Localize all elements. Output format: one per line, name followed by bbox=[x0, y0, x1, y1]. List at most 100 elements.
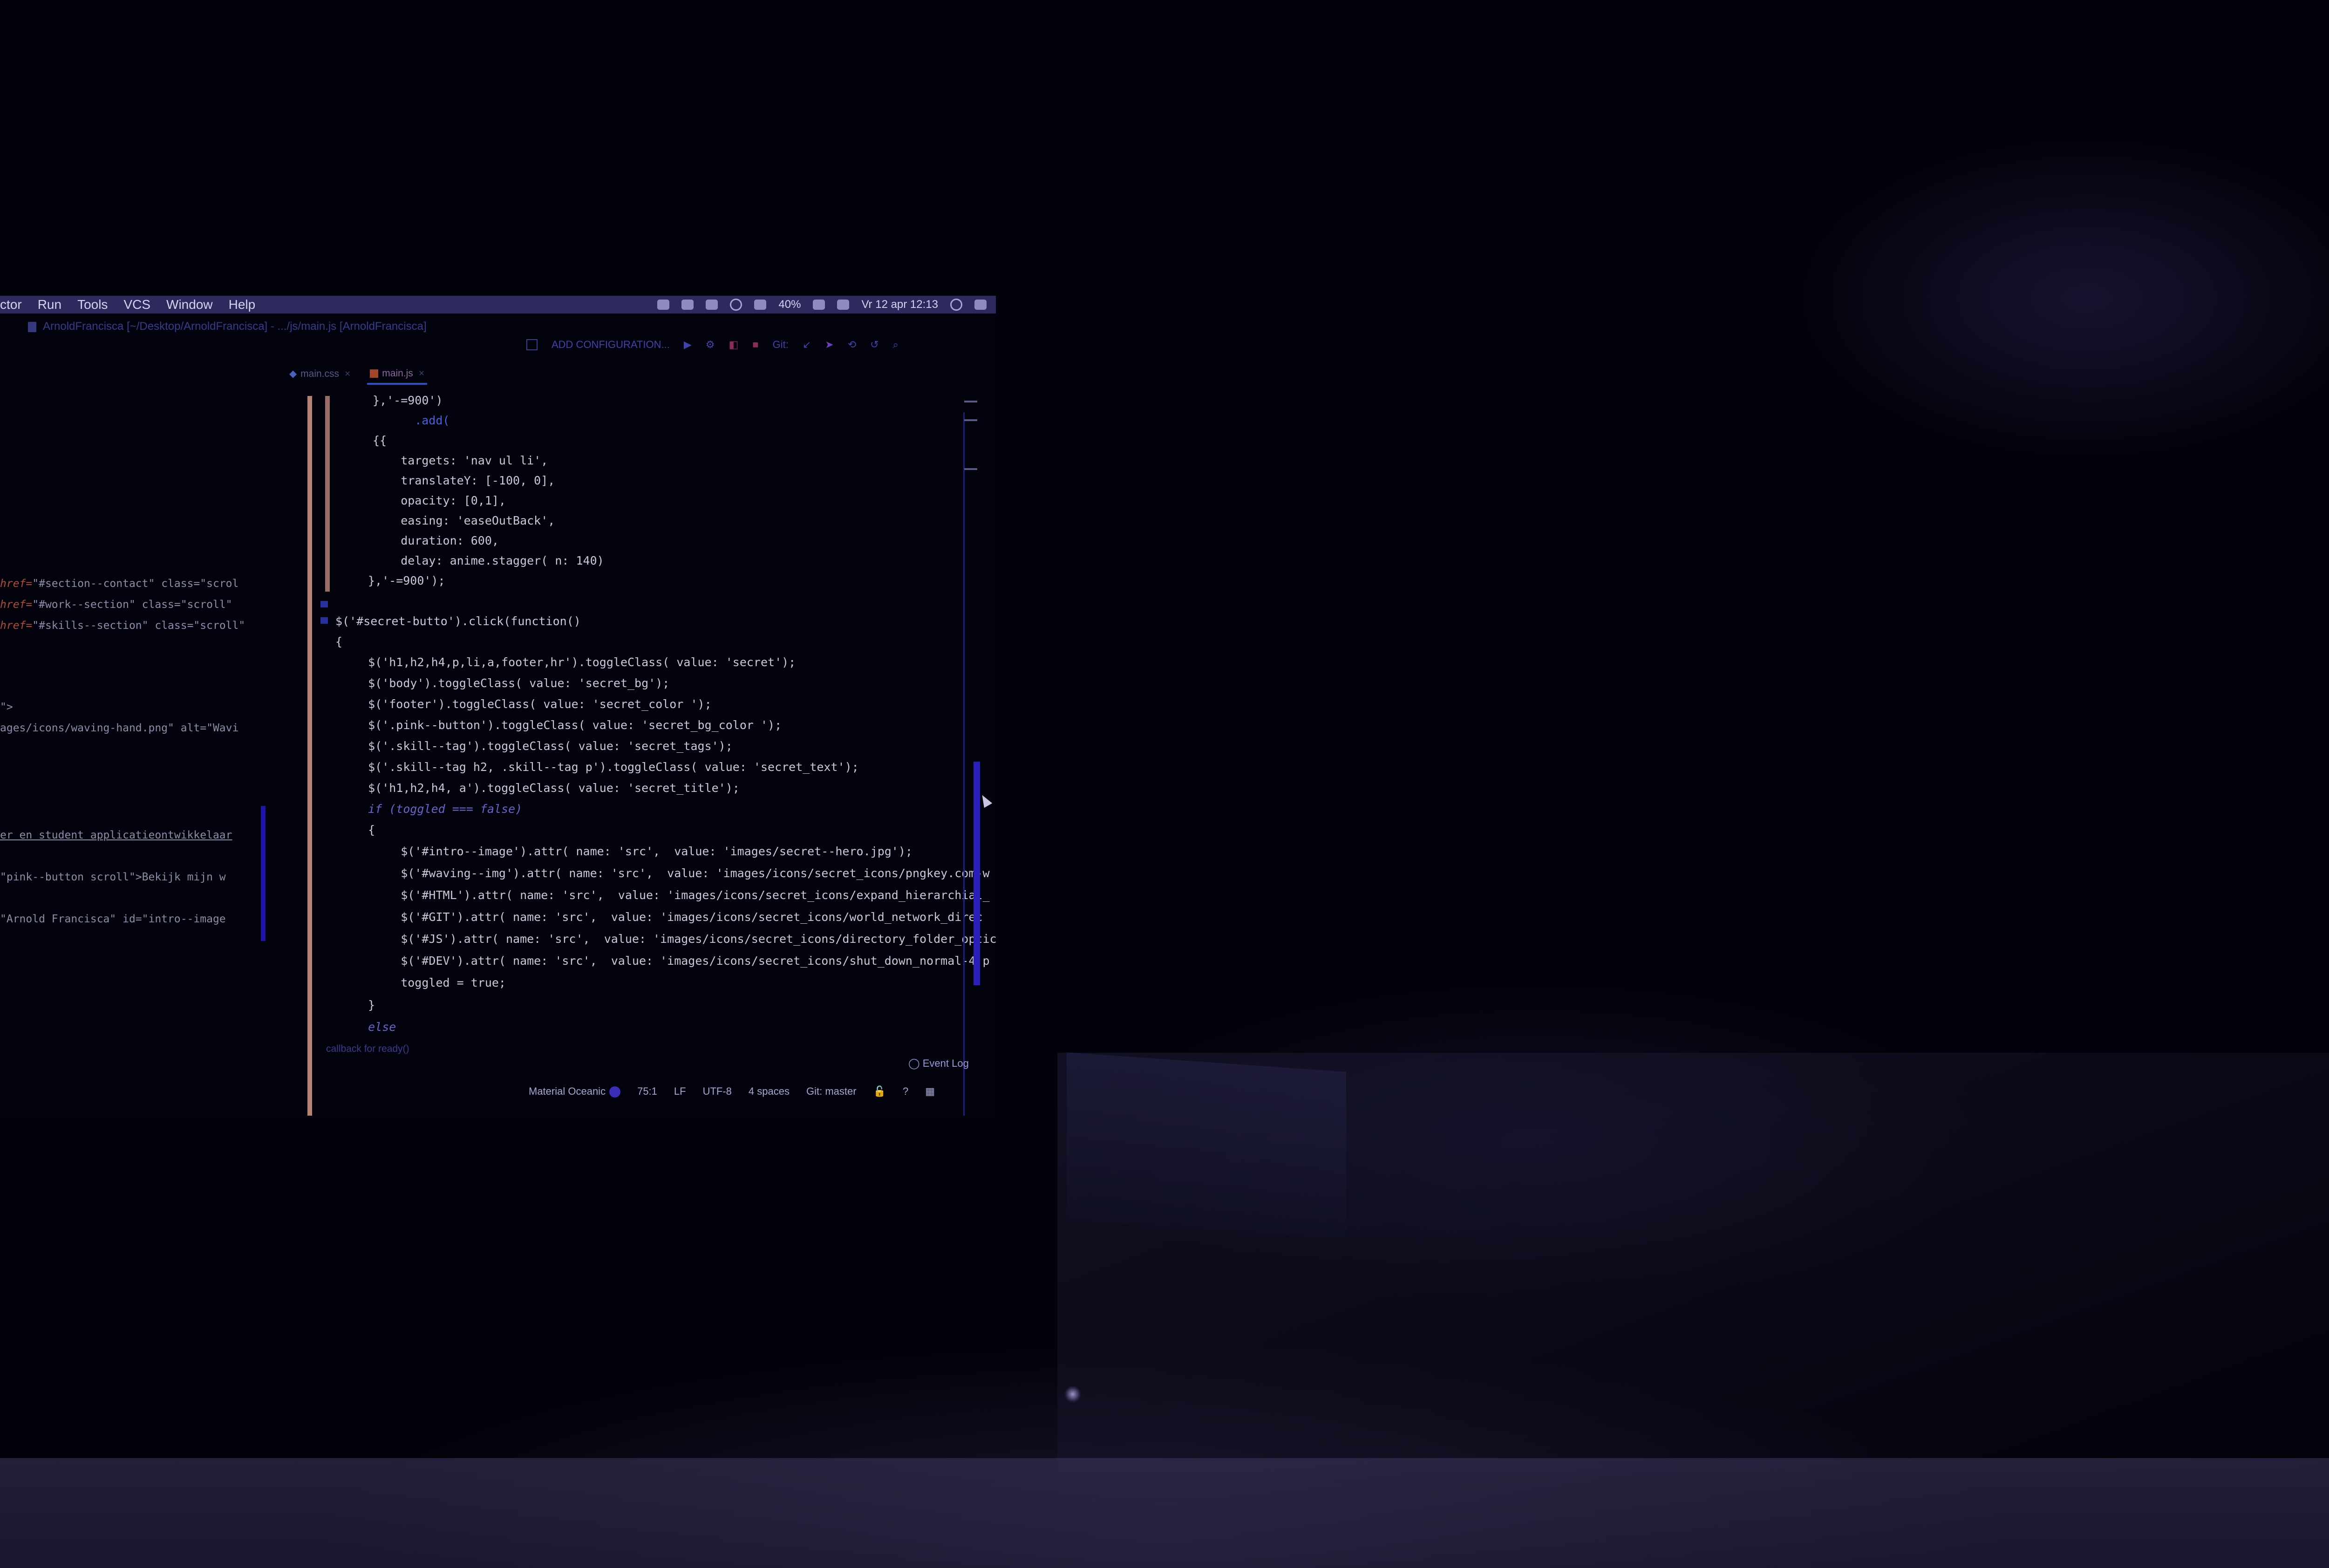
menu-item-tools[interactable]: Tools bbox=[77, 297, 108, 312]
code-text: duration: 600, bbox=[373, 534, 499, 547]
clock[interactable]: Vr 12 apr 12:13 bbox=[861, 298, 938, 311]
code-line[interactable]: translateY: [-100, 0], bbox=[373, 474, 555, 487]
code-line[interactable]: $('#JS').attr( name: 'src', value: 'imag… bbox=[373, 932, 996, 946]
tab-main-css[interactable]: ◆ main.css × bbox=[286, 368, 353, 385]
code-line[interactable]: href="#skills--section" class="scroll" bbox=[0, 620, 245, 632]
code-line[interactable]: $('.skill--tag').toggleClass( value: 'se… bbox=[354, 739, 733, 753]
git-push-icon[interactable]: ➤ bbox=[825, 339, 833, 351]
breadcrumb-hint[interactable]: callback for ready() bbox=[326, 1043, 409, 1055]
menu-item-navigator[interactable]: ctor bbox=[0, 297, 22, 312]
window-title-text: ArnoldFrancisca [~/Desktop/ArnoldFrancis… bbox=[43, 320, 427, 333]
code-line[interactable]: else bbox=[354, 1020, 396, 1034]
git-update-icon[interactable]: ↙ bbox=[803, 339, 811, 351]
revert-icon[interactable]: ↺ bbox=[870, 339, 878, 351]
coverage-icon[interactable]: ◧ bbox=[729, 339, 738, 351]
volume-icon[interactable] bbox=[754, 300, 767, 310]
html-editor-pane[interactable]: href="#section--contact" class="scrol hr… bbox=[0, 401, 270, 1099]
code-line[interactable]: {{ bbox=[373, 434, 387, 447]
cloud-icon[interactable] bbox=[657, 300, 670, 310]
code-line[interactable]: href="#work--section" class="scroll" bbox=[0, 599, 232, 611]
code-line[interactable]: "Arnold Francisca" id="intro--image bbox=[0, 913, 226, 925]
code-line[interactable]: } bbox=[354, 998, 375, 1012]
desk-surface bbox=[0, 1458, 2329, 1568]
code-text: "pink--button scroll">Bekijk mijn w bbox=[0, 871, 226, 883]
code-line[interactable]: "pink--button scroll">Bekijk mijn w bbox=[0, 871, 226, 883]
code-line[interactable]: { bbox=[354, 823, 375, 837]
code-line[interactable]: $('h1,h2,h4, a').toggleClass( value: 'se… bbox=[354, 781, 740, 795]
code-line[interactable]: $('#HTML').attr( name: 'src', value: 'im… bbox=[373, 888, 990, 902]
change-marker bbox=[261, 806, 266, 941]
scroll-marker bbox=[964, 468, 977, 470]
code-line[interactable]: "> bbox=[0, 701, 13, 713]
code-line[interactable]: ages/icons/waving-hand.png" alt="Wavi bbox=[0, 722, 238, 734]
help-button[interactable]: ? bbox=[903, 1085, 908, 1098]
structure-tab-marker[interactable] bbox=[964, 401, 977, 402]
code-line[interactable]: $('.skill--tag h2, .skill--tag p').toggl… bbox=[354, 760, 859, 774]
close-icon[interactable]: × bbox=[345, 368, 350, 379]
dropbox-icon[interactable] bbox=[681, 300, 694, 310]
lock-icon[interactable]: 🔓 bbox=[873, 1085, 886, 1098]
memory-indicator-icon[interactable]: ▦ bbox=[925, 1085, 935, 1098]
code-line[interactable]: href="#section--contact" class="scrol bbox=[0, 578, 238, 590]
editor-scrollbar[interactable] bbox=[974, 762, 980, 985]
code-line[interactable]: .add( bbox=[387, 414, 449, 427]
history-icon[interactable]: ⟲ bbox=[848, 339, 856, 351]
code-line[interactable]: $('body').toggleClass( value: 'secret_bg… bbox=[354, 676, 669, 690]
close-icon[interactable]: × bbox=[419, 368, 424, 379]
drive-icon[interactable] bbox=[706, 300, 718, 310]
code-line[interactable]: $('#GIT').attr( name: 'src', value: 'ima… bbox=[373, 910, 982, 924]
indent-setting[interactable]: 4 spaces bbox=[749, 1085, 790, 1098]
code-line[interactable]: $('#intro--image').attr( name: 'src', va… bbox=[373, 845, 913, 858]
theme-indicator[interactable]: Material Oceanic bbox=[529, 1085, 621, 1098]
project-structure-icon[interactable] bbox=[526, 339, 538, 350]
code-text: {{ bbox=[373, 434, 387, 447]
user-icon[interactable] bbox=[950, 299, 962, 311]
code-line[interactable]: $('#secret-butto').click(function() bbox=[335, 614, 581, 628]
caret-position[interactable]: 75:1 bbox=[637, 1085, 657, 1098]
code-text: { bbox=[354, 823, 375, 837]
add-configuration-button[interactable]: ADD CONFIGURATION... bbox=[552, 339, 670, 351]
js-file-icon bbox=[370, 369, 379, 378]
debug-icon[interactable]: ⚙ bbox=[706, 339, 715, 351]
run-icon[interactable]: ▶ bbox=[684, 339, 692, 351]
code-line[interactable]: $('footer').toggleClass( value: 'secret_… bbox=[354, 697, 712, 711]
battery-percent[interactable]: 40% bbox=[778, 298, 801, 311]
code-line[interactable]: delay: anime.stagger( n: 140) bbox=[373, 554, 604, 567]
menu-item-help[interactable]: Help bbox=[229, 297, 256, 312]
code-line[interactable]: },'-=900'); bbox=[368, 574, 445, 587]
code-text: $('#HTML').attr( name: 'src', value: 'im… bbox=[373, 888, 990, 902]
notification-center-icon[interactable] bbox=[974, 300, 987, 310]
code-line[interactable]: toggled = true; bbox=[373, 976, 506, 989]
file-encoding[interactable]: UTF-8 bbox=[703, 1085, 732, 1098]
database-tab-marker[interactable] bbox=[964, 419, 977, 421]
code-text: $('.skill--tag').toggleClass( value: 'se… bbox=[354, 739, 733, 753]
code-line[interactable]: opacity: [0,1], bbox=[373, 494, 506, 507]
code-line[interactable]: { bbox=[335, 635, 342, 648]
code-line[interactable]: },'-=900') bbox=[373, 394, 443, 407]
code-line[interactable]: easing: 'easeOutBack', bbox=[373, 514, 555, 527]
code-line[interactable]: $('.pink--button').toggleClass( value: '… bbox=[354, 718, 782, 732]
tab-main-js[interactable]: main.js × bbox=[367, 368, 428, 385]
code-line[interactable]: if (toggled === false) bbox=[354, 802, 522, 816]
menu-item-window[interactable]: Window bbox=[166, 297, 213, 312]
event-log-button[interactable]: ◯ Event Log bbox=[908, 1057, 969, 1070]
code-line[interactable]: er en student applicatieontwikkelaar bbox=[0, 829, 232, 841]
git-label[interactable]: Git: bbox=[773, 339, 789, 351]
git-branch[interactable]: Git: master bbox=[806, 1085, 857, 1098]
wifi-icon[interactable] bbox=[837, 300, 850, 310]
mouse-cursor-icon bbox=[978, 792, 993, 808]
stop-icon[interactable]: ■ bbox=[752, 339, 758, 351]
search-everywhere-icon[interactable]: ⌕ bbox=[893, 339, 899, 351]
code-text: if (toggled === false) bbox=[354, 802, 523, 816]
search-icon[interactable] bbox=[730, 299, 742, 311]
menu-item-run[interactable]: Run bbox=[38, 297, 61, 312]
code-line[interactable]: duration: 600, bbox=[373, 534, 499, 547]
code-line[interactable]: $('h1,h2,h4,p,li,a,footer,hr').toggleCla… bbox=[354, 655, 796, 669]
menu-item-vcs[interactable]: VCS bbox=[123, 297, 150, 312]
code-text: { bbox=[335, 635, 343, 648]
line-separator[interactable]: LF bbox=[674, 1085, 686, 1098]
battery-icon[interactable] bbox=[813, 300, 825, 310]
code-line[interactable]: $('#DEV').attr( name: 'src', value: 'ima… bbox=[373, 954, 989, 968]
code-line[interactable]: $('#waving--img').attr( name: 'src', val… bbox=[373, 866, 989, 880]
code-line[interactable]: targets: 'nav ul li', bbox=[373, 454, 548, 467]
